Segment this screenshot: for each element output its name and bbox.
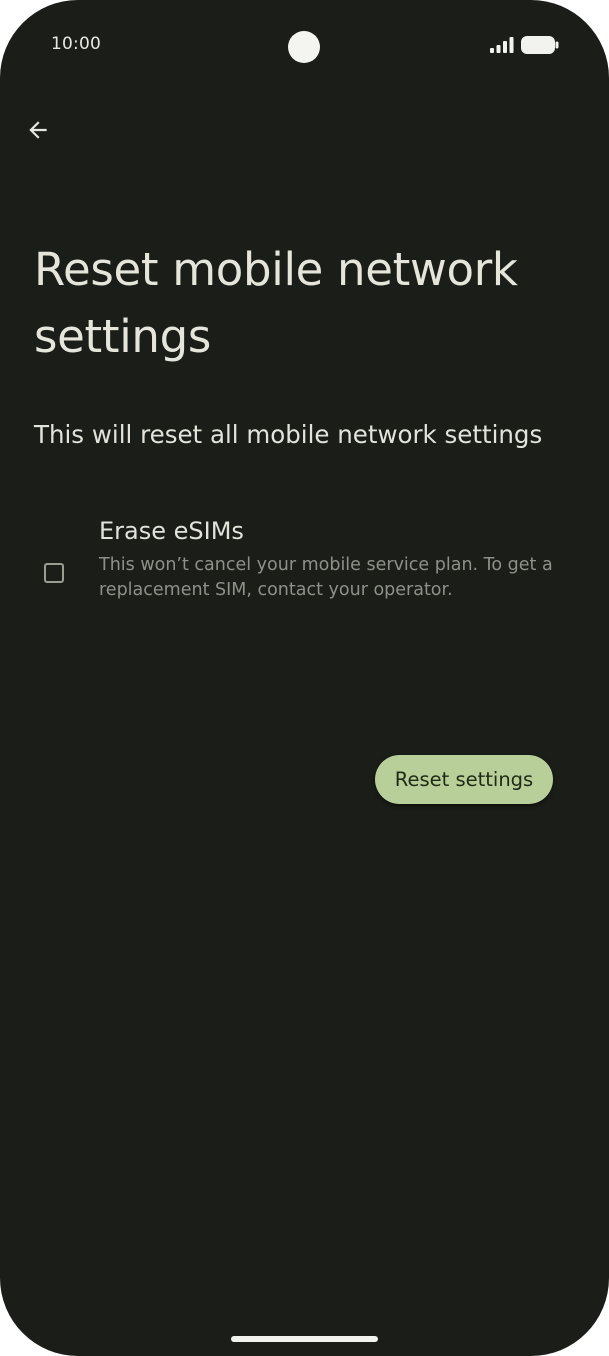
battery-icon bbox=[521, 36, 559, 54]
erase-esims-checkbox[interactable] bbox=[44, 563, 64, 583]
back-button[interactable] bbox=[14, 106, 62, 154]
page-subtitle: This will reset all mobile network setti… bbox=[34, 420, 543, 449]
camera-cutout bbox=[288, 31, 320, 63]
phone-screen: 10:00 Reset mobile network settings This… bbox=[0, 0, 609, 1356]
reset-settings-button[interactable]: Reset settings bbox=[375, 755, 553, 804]
status-bar: 10:00 bbox=[0, 0, 609, 90]
erase-esims-option[interactable]: Erase eSIMs This won’t cancel your mobil… bbox=[20, 505, 580, 615]
status-time: 10:00 bbox=[51, 34, 101, 54]
page-title: Reset mobile network settings bbox=[34, 243, 518, 363]
option-title: Erase eSIMs bbox=[99, 517, 244, 545]
signal-icon bbox=[490, 37, 514, 53]
arrow-back-icon bbox=[29, 121, 47, 139]
option-summary: This won’t cancel your mobile service pl… bbox=[99, 555, 553, 600]
home-indicator[interactable] bbox=[231, 1336, 378, 1342]
